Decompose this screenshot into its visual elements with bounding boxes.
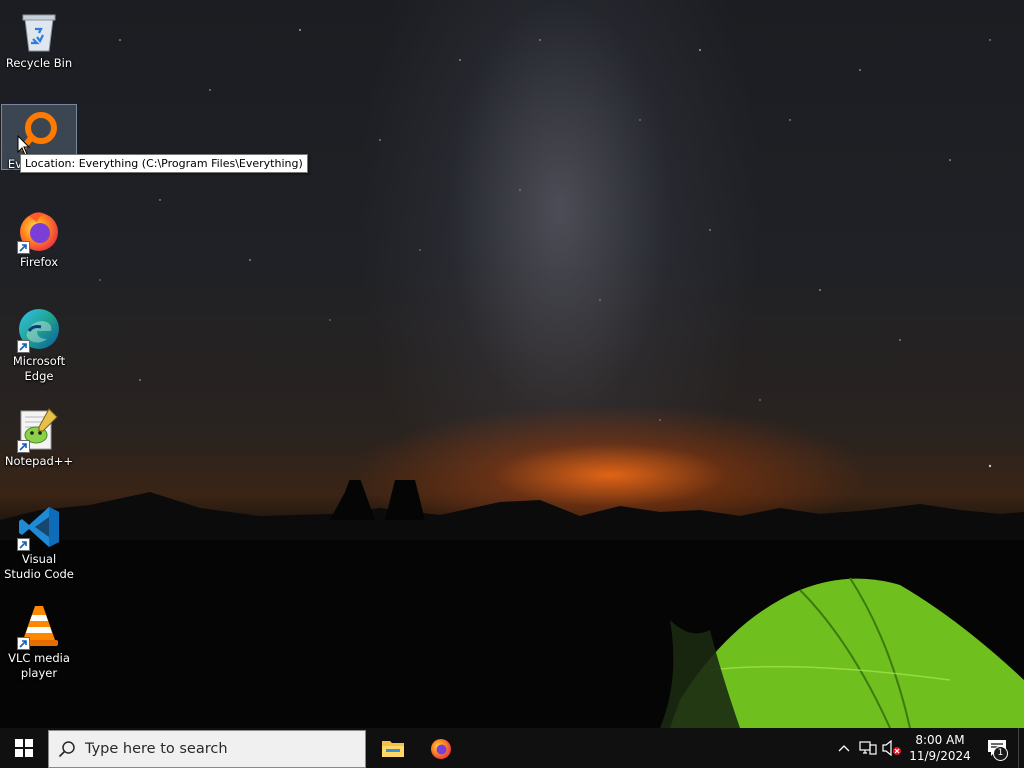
notepad-plus-plus-icon bbox=[15, 405, 63, 453]
show-hidden-icons-button[interactable] bbox=[832, 728, 856, 768]
shortcut-arrow-icon bbox=[17, 637, 30, 650]
windows-logo-icon bbox=[15, 739, 33, 757]
file-explorer-folder-icon bbox=[382, 741, 404, 757]
edge-icon bbox=[15, 305, 63, 353]
system-tray: 8:00 AM 11/9/2024 1 bbox=[832, 728, 1024, 768]
notification-count-badge: 1 bbox=[993, 746, 1008, 761]
recycle-bin-icon bbox=[15, 7, 63, 55]
desktop-icon-label: Notepad++ bbox=[4, 454, 74, 468]
desktop-wallpaper[interactable]: Recycle Bin Everything bbox=[0, 0, 1024, 728]
search-placeholder: Type here to search bbox=[85, 740, 228, 757]
clock-date: 11/9/2024 bbox=[909, 749, 971, 763]
taskbar-file-explorer[interactable] bbox=[369, 728, 417, 768]
firefox-icon bbox=[15, 206, 63, 254]
desktop-icon-label: VLC media player bbox=[8, 651, 70, 680]
start-button[interactable] bbox=[0, 728, 48, 768]
desktop-icon-label: Microsoft Edge bbox=[12, 354, 66, 383]
shortcut-arrow-icon bbox=[17, 241, 30, 254]
taskbar-search-box[interactable]: Type here to search bbox=[48, 729, 366, 768]
search-icon bbox=[49, 740, 85, 758]
vlc-cone-icon bbox=[15, 602, 63, 650]
tent-illustration bbox=[660, 577, 1024, 728]
chevron-up-icon bbox=[838, 745, 850, 752]
network-button[interactable] bbox=[856, 728, 880, 768]
shortcut-arrow-icon bbox=[17, 440, 30, 453]
desktop-icon-recycle-bin[interactable]: Recycle Bin bbox=[1, 4, 77, 71]
desktop-icon-notepad-plus-plus[interactable]: Notepad++ bbox=[1, 402, 77, 469]
network-icon bbox=[859, 741, 877, 755]
taskbar-clock[interactable]: 8:00 AM 11/9/2024 bbox=[904, 732, 976, 764]
vscode-icon bbox=[15, 503, 63, 551]
starfield-decoration bbox=[99, 29, 992, 468]
desktop-icon-vlc-media-player[interactable]: VLC media player bbox=[1, 599, 77, 681]
clock-time: 8:00 AM bbox=[915, 733, 965, 747]
show-desktop-button[interactable] bbox=[1018, 728, 1024, 768]
tooltip: Location: Everything (C:\Program Files\E… bbox=[20, 154, 308, 173]
shortcut-arrow-icon bbox=[17, 340, 30, 353]
shortcut-arrow-icon bbox=[17, 538, 30, 551]
desktop-icon-microsoft-edge[interactable]: Microsoft Edge bbox=[1, 302, 77, 384]
action-center-button[interactable]: 1 bbox=[976, 728, 1018, 768]
taskbar: Type here to search 8:00 AM 11/9/2024 1 bbox=[0, 728, 1024, 768]
desktop-icon-label: Recycle Bin bbox=[5, 56, 73, 70]
volume-button[interactable] bbox=[880, 728, 904, 768]
desktop-icon-firefox[interactable]: Firefox bbox=[1, 203, 77, 270]
desktop-icon-label: Visual Studio Code bbox=[4, 552, 74, 581]
desktop-icon-label: Firefox bbox=[19, 255, 59, 269]
firefox-icon bbox=[431, 739, 451, 759]
taskbar-firefox[interactable] bbox=[417, 728, 465, 768]
desktop-icon-visual-studio-code[interactable]: Visual Studio Code bbox=[1, 500, 77, 582]
volume-muted-icon bbox=[882, 740, 901, 756]
